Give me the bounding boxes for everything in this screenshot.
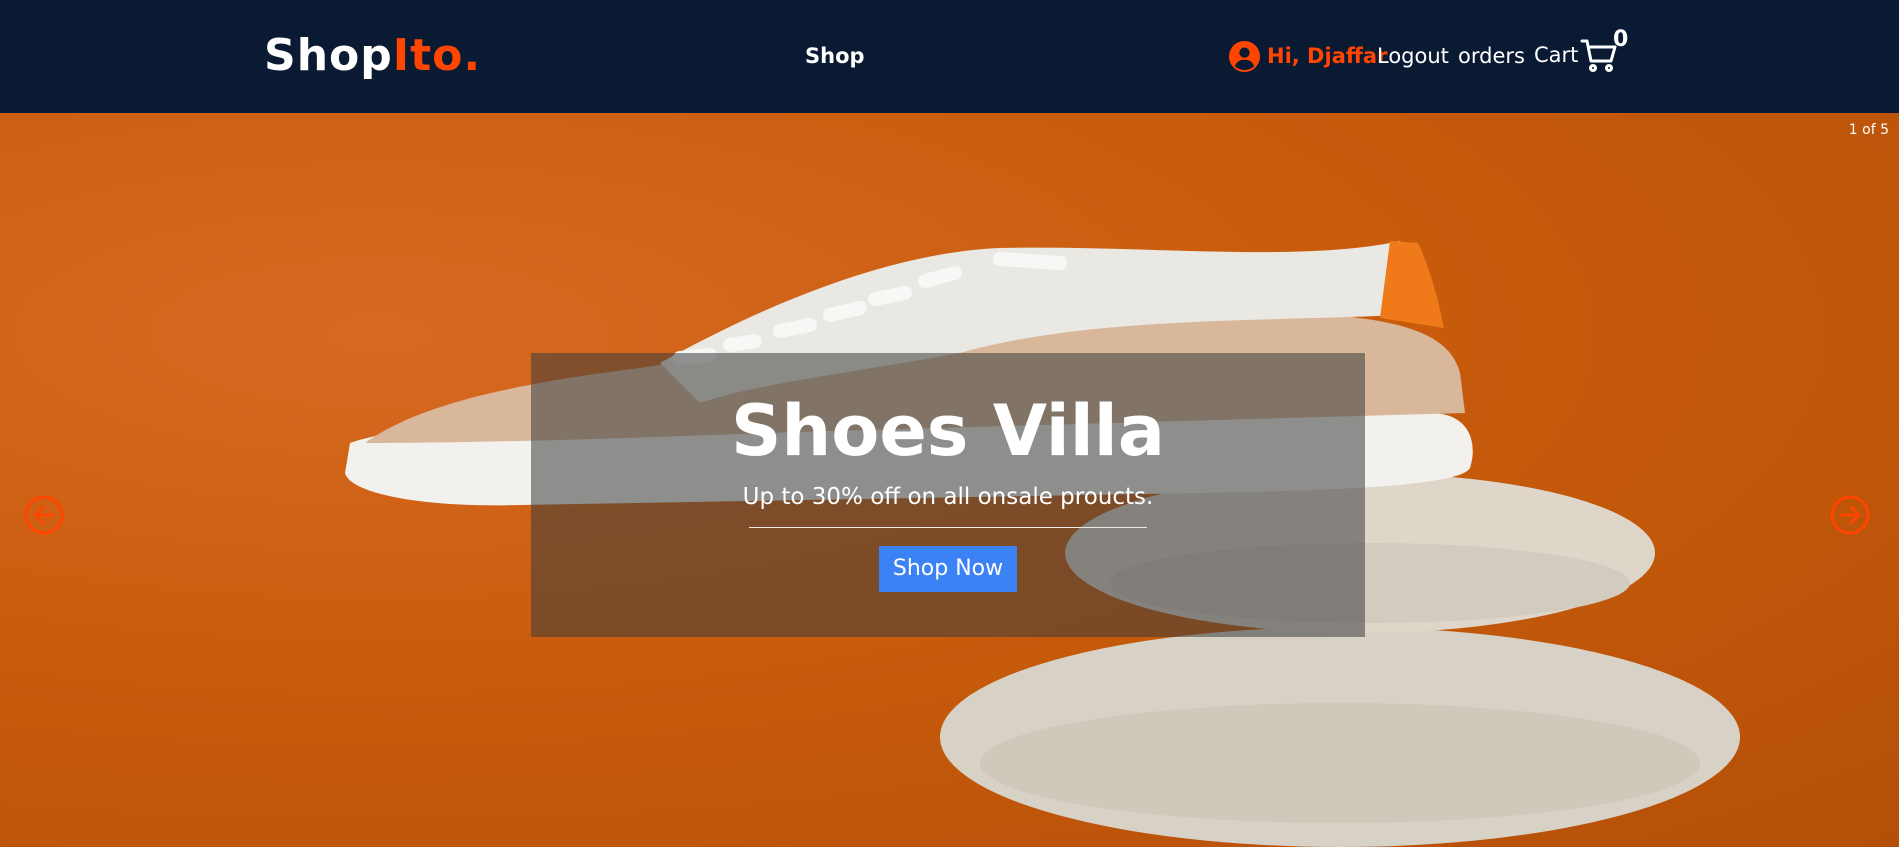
hero-subtitle: Up to 30% off on all onsale proucts. bbox=[742, 484, 1154, 510]
hero-title: Shoes Villa bbox=[730, 390, 1165, 472]
user-greeting[interactable]: Hi, Djaffar bbox=[1229, 38, 1387, 74]
cart-count: 0 bbox=[1613, 27, 1629, 52]
user-circle-icon bbox=[1229, 40, 1260, 72]
hero-caption: Shoes Villa Up to 30% off on all onsale … bbox=[531, 353, 1365, 637]
logo-accent: Ito bbox=[392, 30, 464, 81]
logo-dot: . bbox=[463, 30, 482, 81]
greeting-text: Hi, Djaffar bbox=[1267, 44, 1388, 68]
next-slide-button[interactable] bbox=[1830, 495, 1870, 535]
logout-link[interactable]: Logout bbox=[1377, 42, 1449, 70]
logo[interactable]: ShopIto. bbox=[264, 28, 481, 84]
cart-link[interactable]: Cart bbox=[1534, 30, 1618, 80]
nav-shop-link[interactable]: Shop bbox=[805, 42, 865, 70]
orders-link[interactable]: orders bbox=[1458, 42, 1525, 70]
arrow-right-circle-icon bbox=[1830, 495, 1870, 535]
arrow-left-circle-icon bbox=[24, 495, 64, 535]
hero-divider bbox=[749, 527, 1147, 528]
hero-slider: 1 of 5 Shoes Villa Up to 30% off on all … bbox=[0, 113, 1899, 847]
cart-label: Cart bbox=[1534, 43, 1579, 67]
slide-counter: 1 of 5 bbox=[1848, 122, 1889, 138]
site-header: ShopIto. Shop Hi, Djaffar Logout orders … bbox=[0, 0, 1899, 113]
prev-slide-button[interactable] bbox=[24, 495, 64, 535]
logo-main: Shop bbox=[264, 30, 393, 81]
shop-now-button[interactable]: Shop Now bbox=[879, 546, 1017, 592]
